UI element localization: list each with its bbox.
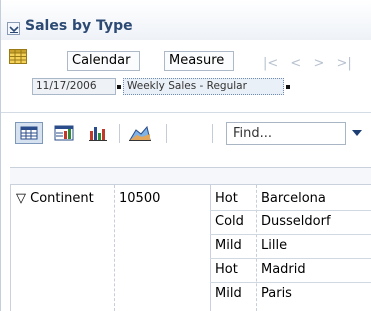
- toolbar-divider: [1, 112, 371, 113]
- table-chart-view-icon[interactable]: [52, 122, 76, 144]
- measure-button[interactable]: Measure: [164, 51, 234, 71]
- grid-divider: [256, 185, 257, 311]
- table-view-button[interactable]: [15, 122, 43, 144]
- panel-title: Sales by Type: [25, 18, 133, 34]
- row-city: Barcelona: [261, 191, 326, 206]
- toolbar-separator: [166, 124, 167, 143]
- chevron-down-icon: [9, 26, 19, 33]
- row-header-label: Continent: [30, 191, 94, 206]
- row-type: Hot: [215, 191, 238, 206]
- grid-divider: [210, 185, 211, 311]
- table-view-icon[interactable]: [9, 49, 27, 64]
- toolbar-separator: [212, 124, 213, 143]
- area-chart-view-icon[interactable]: [127, 122, 153, 144]
- row-city: Madrid: [261, 262, 306, 277]
- pivot-header-row: [10, 168, 371, 185]
- find-input[interactable]: Find...: [226, 122, 346, 145]
- calendar-button[interactable]: Calendar: [67, 51, 140, 71]
- toolbar-separator: [119, 124, 120, 143]
- row-divider: [210, 210, 371, 211]
- row-type: Hot: [215, 262, 238, 277]
- row-header-continent[interactable]: ▽ Continent: [16, 190, 94, 208]
- find-dropdown-icon[interactable]: [352, 130, 362, 137]
- row-type: Cold: [215, 214, 244, 229]
- row-divider: [210, 282, 371, 283]
- row-type: Mild: [215, 286, 242, 301]
- row-type: Mild: [215, 238, 242, 253]
- grid-icon: [20, 126, 38, 140]
- measure-filter-chip[interactable]: Weekly Sales - Regular: [123, 78, 284, 95]
- row-city: Paris: [261, 286, 292, 301]
- date-filter-chip[interactable]: 11/17/2006: [32, 78, 116, 95]
- row-divider: [210, 234, 371, 235]
- expand-triangle-icon[interactable]: ▽: [16, 191, 26, 206]
- chip-separator-dot: [286, 85, 290, 89]
- page-navigation: |< < > >|: [263, 56, 360, 71]
- row-city: Lille: [261, 238, 288, 253]
- pivot-table: [10, 167, 371, 311]
- chip-separator-dot: [117, 85, 121, 89]
- first-page-icon[interactable]: |<: [263, 56, 278, 71]
- panel-titlebar: Sales by Type: [1, 0, 371, 40]
- collapse-button[interactable]: [7, 22, 20, 35]
- bar-chart-view-icon[interactable]: [86, 122, 110, 144]
- row-city: Dusseldorf: [261, 214, 331, 229]
- last-page-icon[interactable]: >|: [337, 56, 352, 71]
- grid-divider: [114, 185, 115, 311]
- next-page-icon[interactable]: >: [313, 56, 324, 71]
- row-divider: [210, 258, 371, 259]
- previous-page-icon[interactable]: <: [290, 56, 301, 71]
- continent-value: 10500: [119, 191, 161, 206]
